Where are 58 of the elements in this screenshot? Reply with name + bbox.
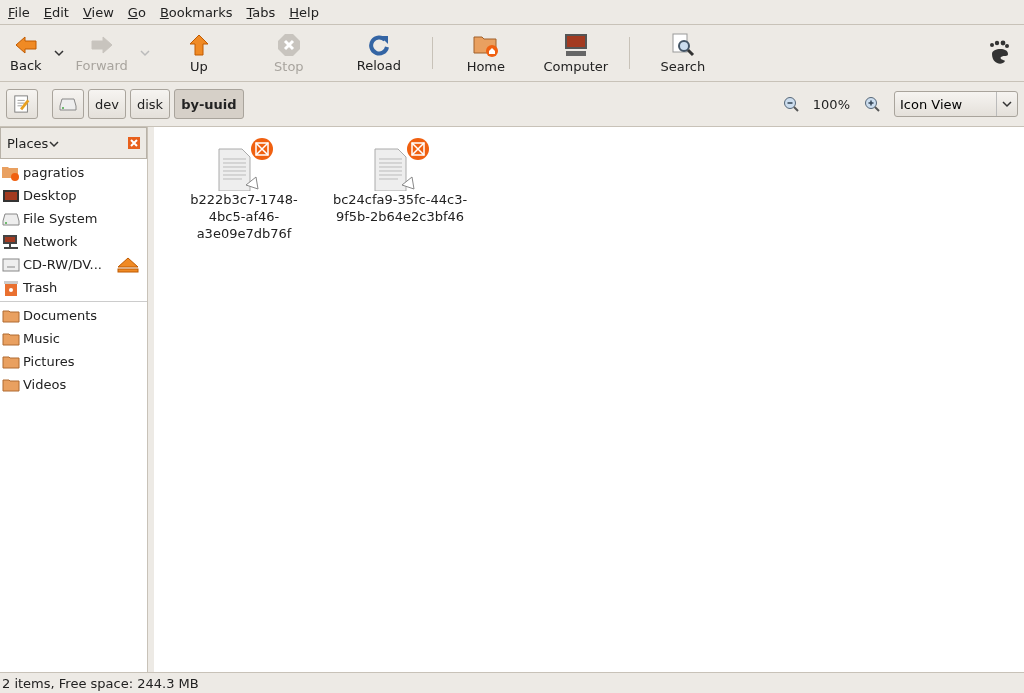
computer-icon [562,32,589,57]
menu-item[interactable]: Edit [37,4,77,20]
sidebar-item[interactable]: Desktop [23,188,147,203]
drive-icon [59,96,77,112]
optical-drive-icon [2,256,20,273]
network-computer-icon [2,233,20,250]
sidebar-item[interactable]: Documents [23,308,147,323]
edit-location-button[interactable] [6,89,38,119]
menu-item[interactable]: View [76,4,122,20]
caret-icon [1001,100,1013,108]
sidebar-item[interactable]: Pictures [23,354,147,369]
toolbar-button[interactable]: Home [440,32,531,74]
search-icon [670,32,695,57]
sidebar-item[interactable]: File System [23,211,147,226]
folder-icon [2,353,20,370]
folder-icon [2,330,20,347]
reload-icon [367,33,390,56]
places-dropdown[interactable]: Places [7,135,61,151]
sidebar-item[interactable]: Trash [23,280,147,295]
path-button[interactable]: by-uuid [174,89,244,119]
sidebar-item[interactable]: Network [23,234,147,249]
desktop-icon [2,187,20,204]
sidebar-item[interactable]: Videos [23,377,147,392]
toolbar-button[interactable]: Reload [333,33,424,73]
toolbar-button[interactable]: Search [637,32,728,74]
status-bar: 2 items, Free space: 244.3 MB [0,672,1024,693]
toolbar-button[interactable]: Back [4,33,50,73]
close-icon[interactable] [128,137,140,149]
folder-icon [2,307,20,324]
view-dropdown[interactable]: Icon View [894,91,1018,117]
zoom-out-icon[interactable] [782,96,799,112]
path-button[interactable]: disk [129,89,171,119]
notepad-pencil-icon [13,94,31,114]
path-button[interactable]: dev [88,89,126,119]
eject-icon[interactable] [117,256,139,273]
sidebar-item[interactable]: pagratios [23,165,147,180]
menu-item[interactable]: File [2,4,38,20]
file-name[interactable]: bc24cfa9-35fc-44c3- 9f5b-2b64e2c3bf46 [332,191,468,225]
menu-item[interactable]: Bookmarks [153,4,241,20]
up-arrow-icon [187,32,210,57]
back-arrow-icon [13,33,38,56]
sidebar-item[interactable]: CD-RW/DV... [23,257,114,272]
menu-item[interactable]: Help [283,4,327,20]
footprint-logo-icon [988,40,1010,66]
folder-icon [2,376,20,393]
zoom-in-icon[interactable] [864,96,880,112]
toolbar-button[interactable]: Up [153,32,244,74]
file-name[interactable]: b222b3c7-1748- 4bc5-af46- a3e09e7db76f [190,191,298,242]
drive-icon [2,210,20,227]
path-button[interactable] [52,89,84,119]
home-folder-icon [2,164,20,181]
toolbar-button[interactable]: Computer [530,32,621,74]
menu-item[interactable]: Go [121,4,154,20]
stop-icon [276,32,301,57]
sidebar-item[interactable]: Music [23,331,147,346]
menu-item[interactable]: Tabs [240,4,284,20]
zoom-level: 100% [812,96,850,112]
caret-icon [48,139,61,148]
